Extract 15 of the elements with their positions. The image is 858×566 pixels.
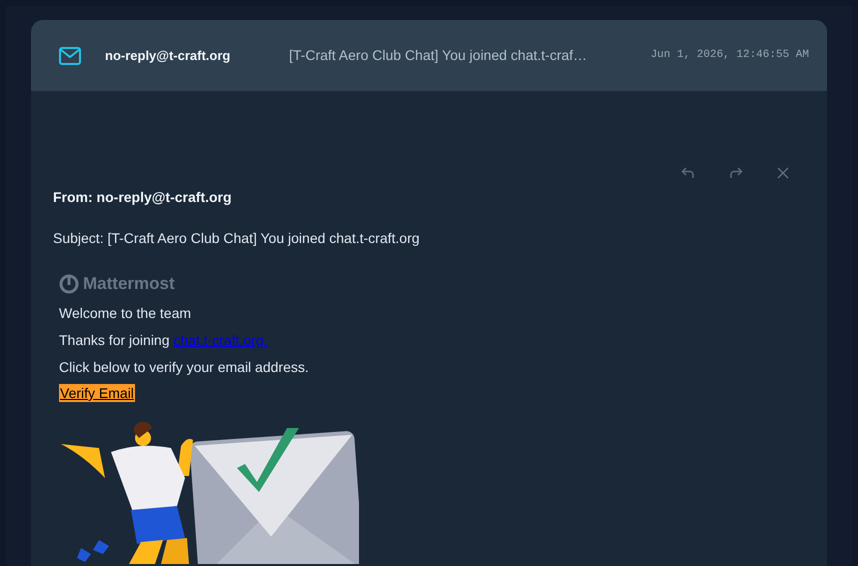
verify-email-button[interactable]: Verify Email bbox=[59, 384, 135, 402]
instruction-text: Click below to verify your email address. bbox=[59, 358, 310, 377]
close-icon[interactable] bbox=[777, 167, 789, 179]
email-date: Jun 1, 2026, 12:46:55 AM bbox=[650, 48, 809, 64]
forward-icon[interactable] bbox=[729, 167, 743, 179]
welcome-text: Welcome to the team bbox=[59, 304, 192, 323]
reply-icon[interactable] bbox=[681, 167, 695, 179]
email-subject: [T-Craft Aero Club Chat] You joined chat.t-craf… bbox=[289, 46, 588, 65]
logo-text: Mattermost bbox=[83, 273, 175, 296]
logo-icon bbox=[59, 274, 79, 294]
from-line: From: no-reply@t-craft.org bbox=[53, 188, 233, 207]
subject-line: Subject: [T-Craft Aero Club Chat] You joined chat.t-craft.org bbox=[53, 229, 421, 248]
mail-icon bbox=[59, 46, 81, 64]
sender-address: no-reply@t-craft.org bbox=[105, 46, 232, 65]
thanks-text: Thanks for joining chat.t-craft.org. bbox=[59, 331, 269, 350]
